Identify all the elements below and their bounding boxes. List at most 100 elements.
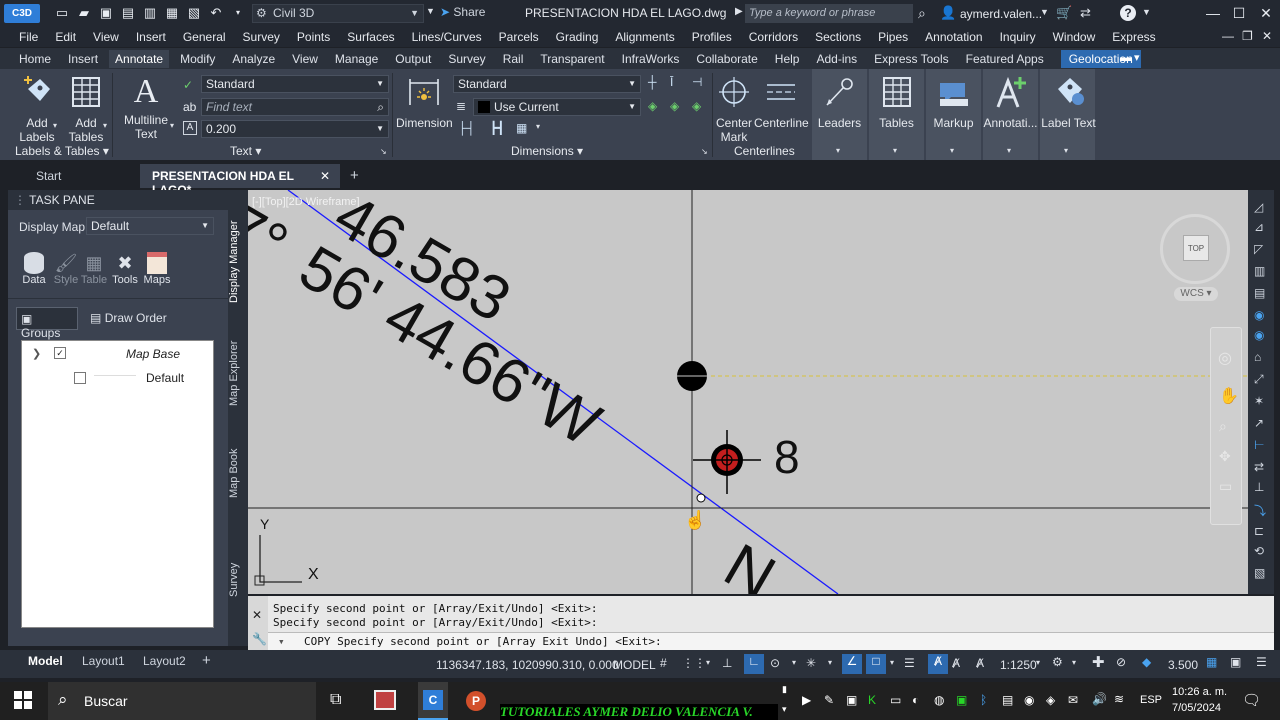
close-tab-icon[interactable]: ✕ [320,169,330,183]
dimension-button[interactable]: Dimension [396,75,453,130]
chevron-down-icon[interactable]: ▾ [836,146,840,155]
polar-icon[interactable]: ⊙ [770,656,780,670]
search-expand-icon[interactable]: ▶ [735,6,743,17]
qat-menu-icon[interactable]: ▼ [426,6,435,16]
dim-update-icon[interactable]: ◈ [648,99,657,113]
tab-add-ins[interactable]: Add-ins [816,50,857,68]
tables-button[interactable]: Tables [871,75,922,130]
close-icon[interactable]: ✕ [252,608,262,622]
menu-general[interactable]: General [183,30,226,44]
layout-tab-model[interactable]: Model [28,654,63,668]
menu-profiles[interactable]: Profiles [692,30,732,44]
markup-button[interactable]: Markup [928,75,979,130]
text-height-select[interactable]: 0.200 ▼ [201,120,389,138]
menu-annotation[interactable]: Annotation [925,30,982,44]
side-tab-survey[interactable]: Survey [228,550,248,610]
tray-icon[interactable]: ◈ [1046,693,1055,707]
tab-analyze[interactable]: Analyze [232,50,275,68]
open-folder-icon[interactable]: ▰ [76,5,92,21]
orbit-icon[interactable]: ✥ [1219,448,1231,465]
dimensions-panel-label[interactable]: Dimensions ▾ [511,144,583,158]
tray-icon[interactable]: ◐ [912,693,919,707]
menu-express[interactable]: Express [1112,30,1155,44]
annotation-scale-icon[interactable]: Ⱥ [976,656,984,670]
wrench-icon[interactable]: 🔧 [252,632,267,646]
chevron-down-icon[interactable]: ▼ [1142,7,1151,17]
chevron-down-icon[interactable]: ▼ [1040,7,1049,17]
minimize-icon[interactable]: — [1202,3,1224,23]
tool-icon[interactable]: ↗ [1254,416,1264,430]
model-space-toggle[interactable]: MODEL [613,658,656,672]
app-logo[interactable]: C3D [4,4,40,23]
close-icon[interactable]: ✕ [1255,3,1277,23]
tab-home[interactable]: Home [19,50,51,68]
menu-pipes[interactable]: Pipes [878,30,908,44]
centerlines-panel-label[interactable]: Centerlines [734,144,795,158]
zoom-icon[interactable]: ⌕ [1219,418,1227,435]
chevron-down-icon[interactable]: ▾ [1064,146,1068,155]
maximize-icon[interactable]: ☐ [1228,3,1250,23]
infer-icon[interactable]: ⊥ [722,656,732,670]
tree-child-checkbox[interactable] [74,372,86,384]
menu-surfaces[interactable]: Surfaces [347,30,394,44]
lineweight-icon[interactable]: ☰ [904,656,915,670]
chevron-down-icon[interactable]: ▾ [1036,658,1040,667]
dim-baseline-icon[interactable]: ┣┫ [490,121,504,135]
chevron-down-icon[interactable]: ▾ [536,122,540,131]
tool-icon[interactable]: ◉ [1254,308,1264,322]
workspace-gear-icon[interactable]: ⚙ [1052,655,1063,669]
bluetooth-icon[interactable]: ᛒ [980,693,987,707]
tray-icon[interactable]: ▶ [802,693,811,707]
tray-icon[interactable]: ◉ [1024,693,1034,707]
tool-style[interactable]: 🖌 Style [52,252,80,286]
tool-icon[interactable]: ⤵ [1254,502,1266,519]
chevron-down-icon[interactable]: ▾ [53,121,57,130]
save-to-web-icon[interactable]: ▦ [164,5,180,21]
pan-icon[interactable]: ✋ [1219,386,1239,406]
tab-featured-apps[interactable]: Featured Apps [966,50,1044,68]
undo-icon[interactable]: ↶ [208,5,224,21]
tray-icon[interactable]: ✎ [824,693,834,707]
side-tab-map-book[interactable]: Map Book [228,438,248,508]
side-tab-map-explorer[interactable]: Map Explorer [228,328,248,418]
tab-collaborate[interactable]: Collaborate [696,50,757,68]
tray-icon[interactable]: ◍ [934,693,944,707]
tab-modify[interactable]: Modify [180,50,215,68]
viewcube[interactable]: TOP [1160,214,1230,284]
save-as-icon[interactable]: ▤ [120,5,136,21]
plus-icon[interactable]: ✚ [1092,653,1105,671]
clock-time[interactable]: 10:26 a. m. [1172,686,1227,698]
tool-icon[interactable]: ▤ [1254,286,1265,300]
dim-override-icon[interactable]: ◈ [692,99,701,113]
tree-child-label[interactable]: Default [146,371,184,385]
chevron-down-icon[interactable]: ▾ [1072,658,1076,667]
tool-icon[interactable]: ✶ [1254,394,1264,408]
tool-icon[interactable]: ◉ [1254,328,1264,342]
new-file-icon[interactable]: ▭ [54,5,70,21]
tray-icon[interactable]: ▭ [890,693,901,707]
wcs-menu[interactable]: WCS ▾ [1174,287,1218,301]
tab-help[interactable]: Help [775,50,800,68]
menu-edit[interactable]: Edit [55,30,76,44]
workspace-dropdown[interactable]: ⚙ Civil 3D ▼ [252,4,424,23]
tree-root-checkbox[interactable]: ✓ [54,347,66,359]
tool-icon[interactable]: ◿ [1254,200,1263,214]
tray-icon[interactable]: ▣ [956,693,967,707]
add-labels-button[interactable]: Add Labels [16,75,58,144]
notifications-icon[interactable]: 🗨 [1242,691,1261,709]
isodraft-icon[interactable]: ✳ [806,656,816,670]
panel-launcher-icon[interactable]: ↘ [701,147,708,156]
layout-tab-layout2[interactable]: Layout2 [143,654,186,668]
panel-launcher-icon[interactable]: ↘ [380,147,387,156]
steering-wheel-icon[interactable]: ◎ [1218,348,1232,368]
add-layout-icon[interactable]: + [202,652,211,669]
plot-icon[interactable]: ▥ [142,5,158,21]
leaders-button[interactable]: Leaders [814,75,865,130]
ortho-icon[interactable]: ∟ [744,654,764,674]
menu-inquiry[interactable]: Inquiry [1000,30,1036,44]
grid-icon[interactable]: # [660,656,667,670]
groups-button[interactable]: ▣ Groups [16,307,78,340]
tool-icon[interactable]: ▥ [1254,264,1265,278]
annotation-scaling-button[interactable]: Annotati... [983,75,1038,130]
chevron-down-icon[interactable]: ▾ [890,658,894,667]
